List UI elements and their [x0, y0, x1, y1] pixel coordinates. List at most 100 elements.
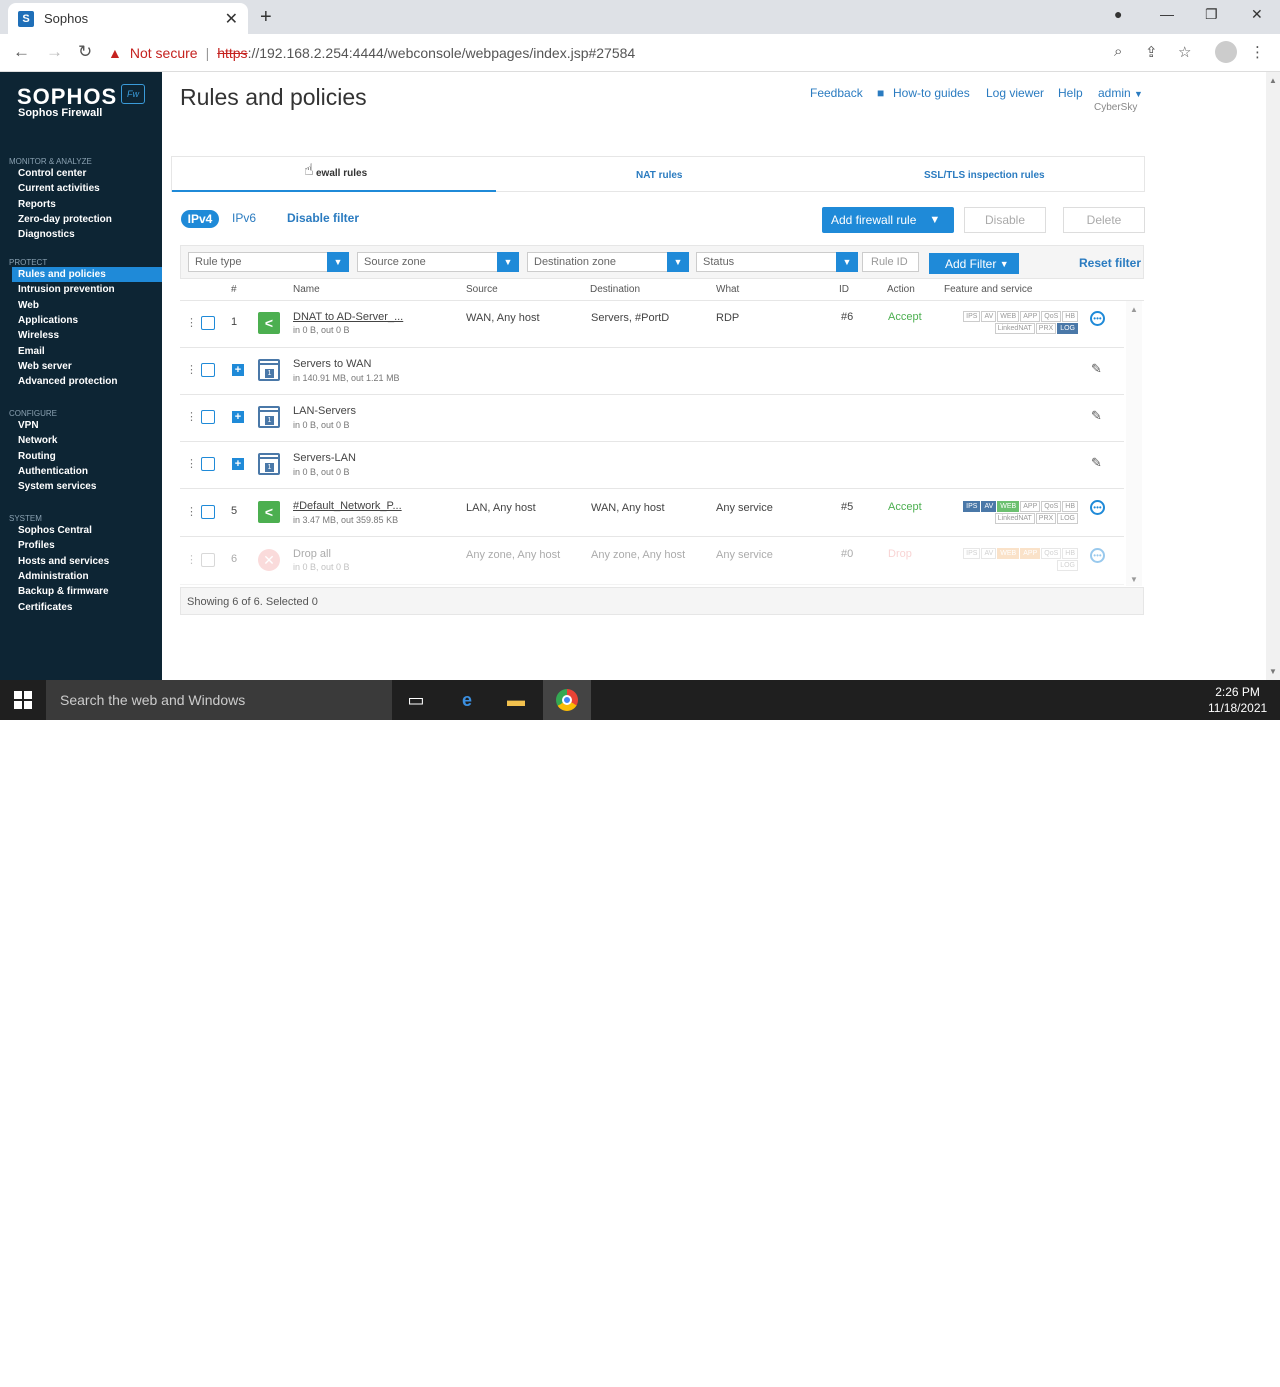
rule-type-select[interactable]: Rule type ▼	[188, 252, 349, 272]
sidebar-item-administration[interactable]: Administration	[18, 571, 89, 582]
drag-handle-icon[interactable]: ⋮	[186, 316, 197, 329]
more-options-icon[interactable]: •••	[1090, 311, 1105, 326]
sidebar-item-intrusion-prevention[interactable]: Intrusion prevention	[18, 284, 115, 295]
source-zone-select[interactable]: Source zone ▼	[357, 252, 519, 272]
rule-id-input[interactable]: Rule ID	[862, 252, 919, 272]
profile-avatar[interactable]	[1215, 41, 1237, 63]
chrome-icon[interactable]	[555, 688, 579, 712]
sidebar-item-web-server[interactable]: Web server	[18, 361, 72, 372]
drag-handle-icon[interactable]: ⋮	[186, 457, 197, 470]
row-checkbox[interactable]	[201, 457, 215, 471]
sidebar-item-advanced-protection[interactable]: Advanced protection	[18, 376, 117, 387]
sidebar-item-applications[interactable]: Applications	[18, 315, 78, 326]
howto-guides-link[interactable]: How-to guides	[893, 86, 970, 100]
sidebar-item-backup-firmware[interactable]: Backup & firmware	[18, 586, 109, 597]
bookmark-star-icon[interactable]: ☆	[1178, 43, 1191, 61]
minimize-icon[interactable]: —	[1160, 6, 1174, 22]
share-icon[interactable]: ⇪	[1145, 43, 1158, 61]
sidebar-item-current-activities[interactable]: Current activities	[18, 183, 100, 194]
sidebar-item-web[interactable]: Web	[18, 300, 39, 311]
network-icon[interactable]: ⊡	[1137, 1372, 1147, 1386]
drag-handle-icon[interactable]: ⋮	[186, 410, 197, 423]
notifications-icon[interactable]: ▤	[1184, 1372, 1195, 1386]
row-checkbox[interactable]	[201, 363, 215, 377]
edit-pencil-icon[interactable]: ✎	[1091, 455, 1102, 471]
sidebar-item-email[interactable]: Email	[18, 346, 45, 357]
back-icon[interactable]: ←	[13, 42, 30, 62]
taskbar-search[interactable]: Search the web and Windows	[46, 680, 392, 720]
sidebar-item-hosts-and-services[interactable]: Hosts and services	[18, 556, 109, 567]
sidebar-item-rules-and-policies[interactable]: Rules and policies	[18, 269, 106, 280]
zoom-icon[interactable]: ⌕	[1114, 43, 1122, 60]
show-hidden-icons[interactable]: ⌃	[1114, 1372, 1124, 1386]
sidebar-item-reports[interactable]: Reports	[18, 199, 56, 210]
rule-name-link[interactable]: #Default_Network_P...	[293, 500, 402, 512]
table-row[interactable]: ⋮ 1 < DNAT to AD-Server_... in 0 B, out …	[180, 301, 1124, 348]
more-options-icon[interactable]: •••	[1090, 548, 1105, 563]
task-view-icon[interactable]: ▭	[404, 688, 428, 712]
sidebar-item-network[interactable]: Network	[18, 435, 57, 446]
url-field[interactable]: ▲ Not secure | https ://192.168.2.254:44…	[108, 38, 1208, 68]
tab-ssl-tls-rules[interactable]: SSL/TLS inspection rules	[924, 170, 1045, 181]
sidebar-item-control-center[interactable]: Control center	[18, 168, 86, 179]
page-scrollbar[interactable]: ▲ ▼	[1266, 72, 1280, 680]
disable-filter-link[interactable]: Disable filter	[287, 211, 359, 225]
scroll-up-icon[interactable]: ▲	[1269, 76, 1277, 85]
tab-nat-rules[interactable]: NAT rules	[636, 170, 683, 181]
row-checkbox[interactable]	[201, 316, 215, 330]
help-link[interactable]: Help	[1058, 86, 1083, 100]
sidebar-item-zero-day-protection[interactable]: Zero-day protection	[18, 214, 112, 225]
windows-start-icon[interactable]	[14, 691, 32, 709]
expand-group-icon[interactable]: +	[232, 458, 244, 470]
table-scrollbar[interactable]: ▲ ▼	[1126, 301, 1142, 586]
rule-name-link[interactable]: Drop all	[293, 548, 331, 560]
sidebar-item-routing[interactable]: Routing	[18, 451, 56, 462]
file-explorer-icon[interactable]: ▬	[504, 688, 528, 712]
sidebar-item-system-services[interactable]: System services	[18, 481, 96, 492]
close-window-icon[interactable]: ✕	[1251, 6, 1263, 23]
tab-firewall-rules[interactable]: ewall rules	[316, 168, 367, 179]
row-checkbox[interactable]	[201, 410, 215, 424]
drag-handle-icon[interactable]: ⋮	[186, 363, 197, 376]
volume-icon[interactable]: 🔈︎	[1160, 1372, 1167, 1387]
row-checkbox[interactable]	[201, 553, 215, 567]
maximize-icon[interactable]: ❐	[1205, 6, 1218, 23]
sidebar-item-vpn[interactable]: VPN	[18, 420, 39, 431]
edit-pencil-icon[interactable]: ✎	[1091, 408, 1102, 424]
expand-group-icon[interactable]: +	[232, 411, 244, 423]
edge-browser-icon[interactable]: e	[455, 688, 479, 712]
drag-handle-icon[interactable]: ⋮	[186, 553, 197, 566]
reset-filter-link[interactable]: Reset filter	[1079, 256, 1141, 270]
new-tab-icon[interactable]: +	[260, 6, 272, 29]
sidebar-item-profiles[interactable]: Profiles	[18, 540, 55, 551]
add-firewall-rule-button[interactable]: Add firewall rule ▼	[822, 207, 954, 233]
table-row[interactable]: ⋮ + 1 LAN-Servers in 0 B, out 0 B ✎	[180, 395, 1124, 442]
scroll-up-icon[interactable]: ▲	[1130, 305, 1138, 314]
reload-icon[interactable]: ↻	[78, 42, 92, 62]
close-tab-icon[interactable]: ✕	[225, 9, 238, 29]
rule-name-link[interactable]: DNAT to AD-Server_...	[293, 311, 403, 323]
table-row[interactable]: ⋮ 6 ✕ Drop all in 0 B, out 0 B Any zone,…	[180, 538, 1124, 585]
status-select[interactable]: Status ▼	[696, 252, 858, 272]
add-filter-button[interactable]: Add Filter ▼	[929, 253, 1019, 274]
sidebar-item-authentication[interactable]: Authentication	[18, 466, 88, 477]
browser-menu-icon[interactable]: ⋮	[1250, 43, 1265, 61]
destination-zone-select[interactable]: Destination zone ▼	[527, 252, 689, 272]
scroll-down-icon[interactable]: ▼	[1269, 667, 1277, 676]
table-row[interactable]: ⋮ 5 < #Default_Network_P... in 3.47 MB, …	[180, 490, 1124, 537]
profile-menu-icon[interactable]: ●	[1114, 6, 1122, 22]
delete-button[interactable]: Delete	[1063, 207, 1145, 233]
ipv6-toggle[interactable]: IPv6	[232, 211, 256, 225]
disable-button[interactable]: Disable	[964, 207, 1046, 233]
scroll-down-icon[interactable]: ▼	[1130, 575, 1138, 584]
sidebar-item-sophos-central[interactable]: Sophos Central	[18, 525, 92, 536]
feedback-link[interactable]: Feedback	[810, 86, 863, 100]
table-row[interactable]: ⋮ + 1 Servers to WAN in 140.91 MB, out 1…	[180, 348, 1124, 395]
taskbar-clock[interactable]: 2:26 PM 11/18/2021	[1208, 684, 1267, 716]
forward-icon[interactable]: →	[46, 42, 63, 62]
table-row[interactable]: ⋮ + 1 Servers-LAN in 0 B, out 0 B ✎	[180, 442, 1124, 489]
sidebar-item-wireless[interactable]: Wireless	[18, 330, 59, 341]
browser-tab[interactable]: S Sophos ✕	[8, 3, 248, 34]
admin-menu[interactable]: admin ▼	[1098, 86, 1143, 100]
log-viewer-link[interactable]: Log viewer	[986, 86, 1044, 100]
